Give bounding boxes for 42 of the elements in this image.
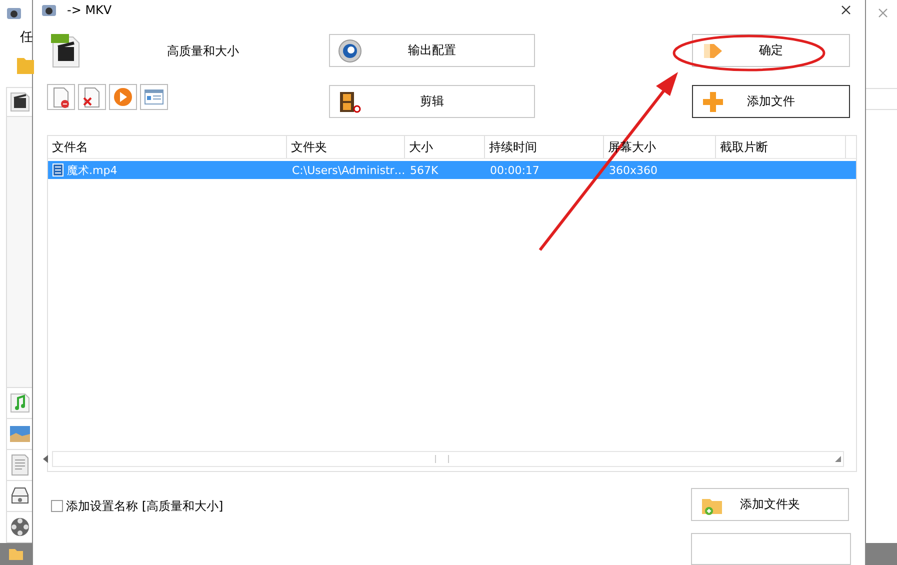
camera-icon bbox=[6, 6, 22, 20]
resize-grip-icon bbox=[835, 456, 841, 462]
toolbar-button[interactable] bbox=[78, 84, 106, 110]
button[interactable]: 输出配置 bbox=[329, 34, 535, 68]
camera-icon bbox=[41, 3, 57, 18]
gear-icon bbox=[338, 38, 362, 63]
document-icon bbox=[9, 454, 31, 476]
table-cell: 魔术.mp4 bbox=[67, 162, 118, 178]
table-cell: C:\Users\Administr… bbox=[292, 164, 406, 177]
button[interactable] bbox=[691, 533, 851, 565]
toolbar-button[interactable] bbox=[140, 84, 168, 110]
profile-name: 高质量和大小 bbox=[167, 42, 239, 60]
column-header[interactable]: 大小 bbox=[409, 140, 433, 154]
film-scissors-icon bbox=[338, 90, 362, 114]
plus-icon bbox=[701, 90, 725, 114]
table-cell: 360x360 bbox=[609, 164, 658, 177]
button[interactable]: 添加文件夹 bbox=[691, 488, 849, 521]
toolbar-button[interactable] bbox=[109, 84, 137, 110]
scroll-left-icon bbox=[43, 455, 49, 463]
column-header[interactable]: 文件夹 bbox=[291, 140, 327, 154]
button[interactable]: 添加文件 bbox=[692, 85, 850, 118]
video-file-icon bbox=[49, 33, 81, 70]
folder-icon bbox=[8, 547, 24, 561]
column-header[interactable]: 屏幕大小 bbox=[608, 140, 656, 154]
column-header[interactable]: 文件名 bbox=[52, 140, 88, 154]
scroll-thumb[interactable] bbox=[435, 455, 449, 463]
checkbox[interactable] bbox=[51, 500, 63, 512]
close-icon bbox=[841, 5, 851, 16]
table-cell: 00:00:17 bbox=[490, 164, 540, 177]
close-icon bbox=[878, 8, 888, 18]
button[interactable]: 确定 bbox=[692, 34, 850, 68]
column-header[interactable]: 持续时间 bbox=[489, 140, 537, 154]
window-title: -> MKV bbox=[67, 3, 112, 18]
window-text: 任 bbox=[20, 29, 32, 46]
table-cell: 567K bbox=[410, 164, 438, 177]
column-header[interactable]: 截取片断 bbox=[720, 140, 768, 154]
toolbar-button[interactable] bbox=[47, 84, 75, 110]
video-file-icon bbox=[52, 163, 64, 178]
checkbox-label[interactable]: 添加设置名称 [高质量和大小] bbox=[66, 498, 224, 514]
button[interactable]: 剪辑 bbox=[329, 85, 535, 118]
clapperboard-icon bbox=[9, 91, 31, 113]
image-file-icon bbox=[9, 423, 31, 445]
